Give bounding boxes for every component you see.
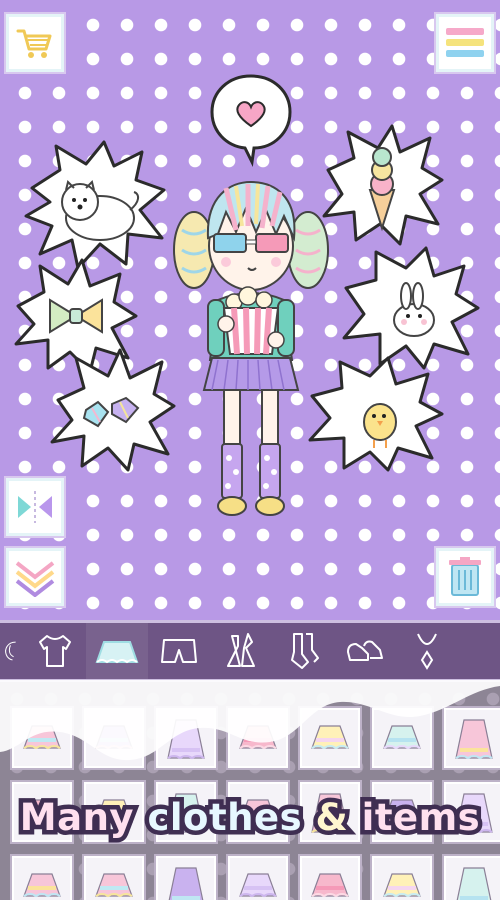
skirt-thumbnail xyxy=(95,725,133,750)
flip-button[interactable] xyxy=(6,478,64,536)
trash-can-icon xyxy=(449,557,481,596)
item-slot[interactable] xyxy=(12,856,72,900)
item-slot[interactable] xyxy=(372,708,432,768)
item-slot[interactable] xyxy=(228,856,288,900)
tab-accessory[interactable] xyxy=(396,623,458,679)
item-slot[interactable] xyxy=(156,708,216,768)
skirt-thumbnail xyxy=(167,719,205,760)
tab-top[interactable] xyxy=(24,623,86,679)
item-slot[interactable] xyxy=(444,708,500,768)
skirt-thumbnail xyxy=(23,873,61,898)
dress-icon xyxy=(227,633,255,667)
skirt-thumbnail xyxy=(456,867,492,900)
skirt-thumbnail xyxy=(23,725,61,750)
tab-hair[interactable] xyxy=(0,623,24,679)
tab-skirt[interactable] xyxy=(86,623,148,679)
double-chevron-down-icon xyxy=(15,561,55,597)
item-slot[interactable] xyxy=(12,708,72,768)
gems-item-burst[interactable] xyxy=(46,346,178,474)
item-slot[interactable] xyxy=(372,856,432,900)
trash-button[interactable] xyxy=(436,548,494,606)
skirt-thumbnail xyxy=(239,873,277,898)
flip-mirror-icon xyxy=(18,491,52,523)
shoes-icon xyxy=(347,640,383,661)
skirt-thumbnail xyxy=(311,873,349,898)
category-tab-bar xyxy=(0,620,500,682)
skirt-thumbnail xyxy=(95,873,133,898)
skirt-thumbnail xyxy=(311,725,349,750)
tshirt-icon xyxy=(39,635,71,667)
socks-icon xyxy=(291,633,319,669)
rainbow-menu-icon xyxy=(446,28,484,57)
skirt-thumbnail xyxy=(383,873,421,898)
item-slot[interactable] xyxy=(444,856,500,900)
skirt-thumbnail xyxy=(455,719,493,760)
bunny-item-burst[interactable] xyxy=(336,246,482,370)
item-slot[interactable] xyxy=(84,856,144,900)
heart-speech-bubble[interactable] xyxy=(208,72,294,168)
collapse-button[interactable] xyxy=(6,548,64,606)
necklace-icon xyxy=(417,633,437,670)
tab-shoes[interactable] xyxy=(334,623,396,679)
item-slot[interactable] xyxy=(300,708,360,768)
skirt-thumbnail xyxy=(239,725,277,750)
character-doll[interactable] xyxy=(168,168,334,522)
hair-icon xyxy=(5,641,16,661)
item-grid-panel xyxy=(0,682,500,900)
dog-item-burst[interactable] xyxy=(22,140,168,270)
item-slot[interactable] xyxy=(228,708,288,768)
skirt-thumbnail xyxy=(168,867,204,900)
cart-button[interactable] xyxy=(6,14,64,72)
tab-socks[interactable] xyxy=(272,623,334,679)
menu-button[interactable] xyxy=(436,14,494,72)
item-slot[interactable] xyxy=(84,708,144,768)
item-slot[interactable] xyxy=(156,856,216,900)
skirt-tab-icon xyxy=(95,641,139,664)
shopping-cart-icon xyxy=(16,29,52,58)
promo-caption: Many clothes & items xyxy=(15,792,484,844)
tab-dress[interactable] xyxy=(210,623,272,679)
skirt-thumbnail xyxy=(383,725,421,750)
ice-cream-item-burst[interactable] xyxy=(318,124,446,250)
tab-pants[interactable] xyxy=(148,623,210,679)
shorts-icon xyxy=(161,639,197,663)
item-slot[interactable] xyxy=(300,856,360,900)
